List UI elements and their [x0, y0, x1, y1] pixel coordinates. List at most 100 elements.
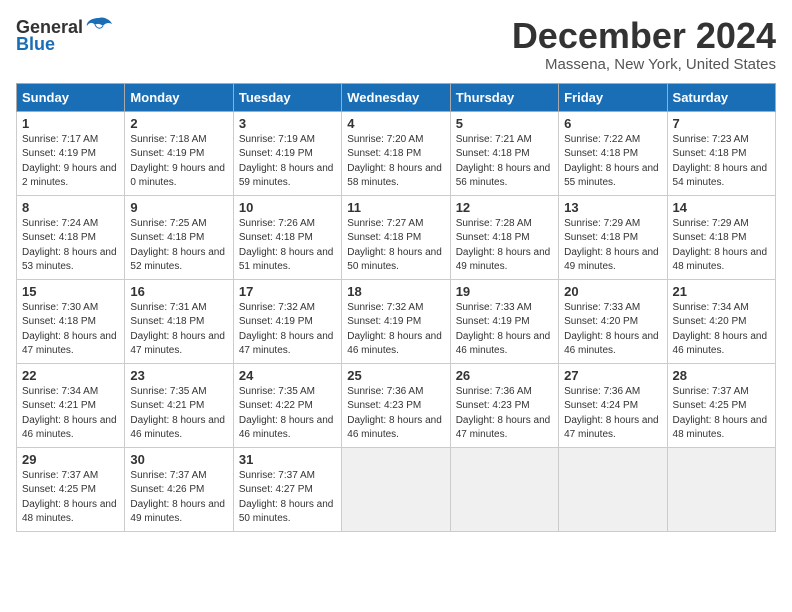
day-number: 29: [22, 452, 119, 467]
location-title: Massena, New York, United States: [512, 56, 776, 73]
day-number: 17: [239, 284, 336, 299]
day-info: Sunrise: 7:35 AMSunset: 4:21 PMDaylight:…: [130, 386, 225, 441]
day-of-week-header: Wednesday: [342, 83, 450, 111]
day-number: 22: [22, 368, 119, 383]
calendar-day-cell: 2 Sunrise: 7:18 AMSunset: 4:19 PMDayligh…: [125, 111, 233, 195]
day-number: 26: [456, 368, 553, 383]
day-number: 24: [239, 368, 336, 383]
day-number: 15: [22, 284, 119, 299]
calendar-day-cell: 31 Sunrise: 7:37 AMSunset: 4:27 PMDaylig…: [233, 447, 341, 531]
day-info: Sunrise: 7:36 AMSunset: 4:23 PMDaylight:…: [347, 386, 442, 441]
day-number: 28: [673, 368, 770, 383]
calendar-week-row: 29 Sunrise: 7:37 AMSunset: 4:25 PMDaylig…: [17, 447, 776, 531]
day-number: 25: [347, 368, 444, 383]
day-info: Sunrise: 7:34 AMSunset: 4:21 PMDaylight:…: [22, 386, 117, 441]
day-info: Sunrise: 7:37 AMSunset: 4:27 PMDaylight:…: [239, 470, 334, 525]
title-area: December 2024 Massena, New York, United …: [512, 16, 776, 73]
calendar-day-cell: 1 Sunrise: 7:17 AMSunset: 4:19 PMDayligh…: [17, 111, 125, 195]
day-number: 20: [564, 284, 661, 299]
calendar-day-cell: 19 Sunrise: 7:33 AMSunset: 4:19 PMDaylig…: [450, 279, 558, 363]
day-info: Sunrise: 7:36 AMSunset: 4:24 PMDaylight:…: [564, 386, 659, 441]
day-number: 16: [130, 284, 227, 299]
calendar-day-cell: 13 Sunrise: 7:29 AMSunset: 4:18 PMDaylig…: [559, 195, 667, 279]
day-number: 7: [673, 116, 770, 131]
day-number: 5: [456, 116, 553, 131]
day-number: 2: [130, 116, 227, 131]
day-info: Sunrise: 7:18 AMSunset: 4:19 PMDaylight:…: [130, 134, 225, 189]
calendar-day-cell: [667, 447, 775, 531]
day-info: Sunrise: 7:33 AMSunset: 4:20 PMDaylight:…: [564, 302, 659, 357]
day-info: Sunrise: 7:22 AMSunset: 4:18 PMDaylight:…: [564, 134, 659, 189]
calendar-day-cell: 29 Sunrise: 7:37 AMSunset: 4:25 PMDaylig…: [17, 447, 125, 531]
calendar-day-cell: 22 Sunrise: 7:34 AMSunset: 4:21 PMDaylig…: [17, 363, 125, 447]
page-header: General Blue December 2024 Massena, New …: [16, 16, 776, 73]
calendar-day-cell: 20 Sunrise: 7:33 AMSunset: 4:20 PMDaylig…: [559, 279, 667, 363]
day-number: 4: [347, 116, 444, 131]
day-number: 9: [130, 200, 227, 215]
calendar-day-cell: 10 Sunrise: 7:26 AMSunset: 4:18 PMDaylig…: [233, 195, 341, 279]
day-number: 30: [130, 452, 227, 467]
day-number: 12: [456, 200, 553, 215]
calendar-day-cell: 16 Sunrise: 7:31 AMSunset: 4:18 PMDaylig…: [125, 279, 233, 363]
calendar-day-cell: 11 Sunrise: 7:27 AMSunset: 4:18 PMDaylig…: [342, 195, 450, 279]
day-info: Sunrise: 7:21 AMSunset: 4:18 PMDaylight:…: [456, 134, 551, 189]
calendar-day-cell: 26 Sunrise: 7:36 AMSunset: 4:23 PMDaylig…: [450, 363, 558, 447]
logo-blue-text: Blue: [16, 34, 55, 55]
calendar-day-cell: 15 Sunrise: 7:30 AMSunset: 4:18 PMDaylig…: [17, 279, 125, 363]
day-of-week-header: Monday: [125, 83, 233, 111]
day-info: Sunrise: 7:37 AMSunset: 4:26 PMDaylight:…: [130, 470, 225, 525]
day-info: Sunrise: 7:33 AMSunset: 4:19 PMDaylight:…: [456, 302, 551, 357]
logo: General Blue: [16, 16, 113, 55]
calendar-day-cell: [559, 447, 667, 531]
calendar-week-row: 15 Sunrise: 7:30 AMSunset: 4:18 PMDaylig…: [17, 279, 776, 363]
day-info: Sunrise: 7:26 AMSunset: 4:18 PMDaylight:…: [239, 218, 334, 273]
logo-bird-icon: [85, 16, 113, 38]
day-info: Sunrise: 7:20 AMSunset: 4:18 PMDaylight:…: [347, 134, 442, 189]
day-info: Sunrise: 7:29 AMSunset: 4:18 PMDaylight:…: [673, 218, 768, 273]
calendar-day-cell: 18 Sunrise: 7:32 AMSunset: 4:19 PMDaylig…: [342, 279, 450, 363]
calendar-day-cell: 21 Sunrise: 7:34 AMSunset: 4:20 PMDaylig…: [667, 279, 775, 363]
day-info: Sunrise: 7:35 AMSunset: 4:22 PMDaylight:…: [239, 386, 334, 441]
day-number: 27: [564, 368, 661, 383]
calendar-day-cell: 14 Sunrise: 7:29 AMSunset: 4:18 PMDaylig…: [667, 195, 775, 279]
calendar-day-cell: 7 Sunrise: 7:23 AMSunset: 4:18 PMDayligh…: [667, 111, 775, 195]
calendar-header-row: SundayMondayTuesdayWednesdayThursdayFrid…: [17, 83, 776, 111]
day-of-week-header: Friday: [559, 83, 667, 111]
calendar-day-cell: 4 Sunrise: 7:20 AMSunset: 4:18 PMDayligh…: [342, 111, 450, 195]
day-number: 6: [564, 116, 661, 131]
day-number: 10: [239, 200, 336, 215]
day-number: 19: [456, 284, 553, 299]
day-info: Sunrise: 7:24 AMSunset: 4:18 PMDaylight:…: [22, 218, 117, 273]
calendar-day-cell: 25 Sunrise: 7:36 AMSunset: 4:23 PMDaylig…: [342, 363, 450, 447]
day-info: Sunrise: 7:25 AMSunset: 4:18 PMDaylight:…: [130, 218, 225, 273]
calendar-day-cell: [450, 447, 558, 531]
day-number: 8: [22, 200, 119, 215]
calendar-table: SundayMondayTuesdayWednesdayThursdayFrid…: [16, 83, 776, 532]
day-number: 11: [347, 200, 444, 215]
calendar-day-cell: 24 Sunrise: 7:35 AMSunset: 4:22 PMDaylig…: [233, 363, 341, 447]
calendar-day-cell: 30 Sunrise: 7:37 AMSunset: 4:26 PMDaylig…: [125, 447, 233, 531]
day-number: 13: [564, 200, 661, 215]
calendar-body: 1 Sunrise: 7:17 AMSunset: 4:19 PMDayligh…: [17, 111, 776, 531]
day-info: Sunrise: 7:37 AMSunset: 4:25 PMDaylight:…: [673, 386, 768, 441]
day-info: Sunrise: 7:19 AMSunset: 4:19 PMDaylight:…: [239, 134, 334, 189]
calendar-day-cell: 23 Sunrise: 7:35 AMSunset: 4:21 PMDaylig…: [125, 363, 233, 447]
day-info: Sunrise: 7:17 AMSunset: 4:19 PMDaylight:…: [22, 134, 117, 189]
calendar-day-cell: 28 Sunrise: 7:37 AMSunset: 4:25 PMDaylig…: [667, 363, 775, 447]
calendar-week-row: 22 Sunrise: 7:34 AMSunset: 4:21 PMDaylig…: [17, 363, 776, 447]
day-info: Sunrise: 7:32 AMSunset: 4:19 PMDaylight:…: [239, 302, 334, 357]
calendar-day-cell: 12 Sunrise: 7:28 AMSunset: 4:18 PMDaylig…: [450, 195, 558, 279]
day-of-week-header: Tuesday: [233, 83, 341, 111]
day-info: Sunrise: 7:36 AMSunset: 4:23 PMDaylight:…: [456, 386, 551, 441]
day-number: 14: [673, 200, 770, 215]
day-info: Sunrise: 7:27 AMSunset: 4:18 PMDaylight:…: [347, 218, 442, 273]
day-info: Sunrise: 7:37 AMSunset: 4:25 PMDaylight:…: [22, 470, 117, 525]
calendar-day-cell: 6 Sunrise: 7:22 AMSunset: 4:18 PMDayligh…: [559, 111, 667, 195]
day-of-week-header: Saturday: [667, 83, 775, 111]
month-title: December 2024: [512, 16, 776, 56]
calendar-week-row: 8 Sunrise: 7:24 AMSunset: 4:18 PMDayligh…: [17, 195, 776, 279]
day-of-week-header: Thursday: [450, 83, 558, 111]
day-number: 23: [130, 368, 227, 383]
calendar-day-cell: [342, 447, 450, 531]
calendar-day-cell: 5 Sunrise: 7:21 AMSunset: 4:18 PMDayligh…: [450, 111, 558, 195]
